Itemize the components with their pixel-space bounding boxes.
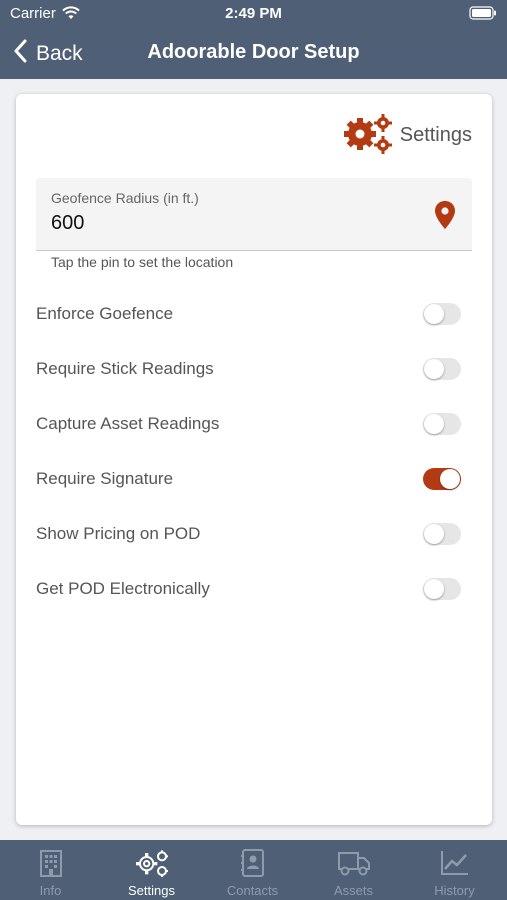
toggle-knob [424,304,444,324]
enforce-geofence-toggle[interactable] [423,303,461,325]
contact-book-icon [202,849,303,879]
status-bar: Carrier 2:49 PM [0,0,507,28]
capture-asset-readings-toggle[interactable] [423,413,461,435]
settings-header: Settings [342,112,472,159]
tab-label: Settings [128,883,175,898]
toggle-knob [424,524,444,544]
truck-icon [303,849,404,879]
battery-icon [469,6,497,25]
get-pod-electronically-toggle[interactable] [423,578,461,600]
status-time: 2:49 PM [225,5,282,22]
geofence-radius-label: Geofence Radius (in ft.) [51,190,199,206]
tab-info[interactable]: Info [0,840,101,900]
tab-assets[interactable]: Assets [303,840,404,900]
toggle-knob [440,469,460,489]
geofence-radius-field[interactable]: Geofence Radius (in ft.) 600 [36,178,472,251]
get-pod-electronically-row: Get POD Electronically [36,575,472,605]
show-pricing-on-pod-row: Show Pricing on POD [36,520,472,550]
show-pricing-on-pod-toggle[interactable] [423,523,461,545]
chart-icon [404,849,505,879]
toggle-knob [424,359,444,379]
tab-label: Info [39,883,62,898]
toggle-label: Enforce Goefence [36,304,174,323]
tab-contacts[interactable]: Contacts [202,840,303,900]
tab-history[interactable]: History [404,840,505,900]
toggle-label: Get POD Electronically [36,579,210,598]
enforce-geofence-row: Enforce Goefence [36,300,472,330]
toggle-label: Require Stick Readings [36,359,214,378]
tab-label: Contacts [226,883,279,898]
page-title: Adoorable Door Setup [147,41,360,63]
require-stick-readings-toggle[interactable] [423,358,461,380]
map-pin-icon[interactable] [434,200,456,235]
geofence-helper-text: Tap the pin to set the location [51,254,234,270]
gears-icon [342,112,394,159]
capture-asset-readings-row: Capture Asset Readings [36,410,472,440]
tab-settings[interactable]: Settings [101,840,202,900]
toggle-label: Capture Asset Readings [36,414,220,433]
settings-card: Settings Geofence Radius (in ft.) 600 Ta… [16,94,492,825]
tab-label: Assets [333,883,373,898]
tab-label: History [434,883,475,898]
require-stick-readings-row: Require Stick Readings [36,355,472,385]
toggle-knob [424,579,444,599]
toggle-label: Require Signature [36,469,174,488]
gears-icon [101,849,202,879]
toggle-knob [424,414,444,434]
require-signature-toggle[interactable] [423,468,461,490]
toggle-label: Show Pricing on POD [36,524,201,543]
settings-title: Settings [399,124,472,146]
require-signature-row: Require Signature [36,465,472,495]
nav-bar: Back Adoorable Door Setup [0,28,507,79]
building-icon [0,849,101,879]
geofence-radius-value[interactable]: 600 [51,212,84,235]
tab-bar: Info Settings Contacts Assets History [0,840,507,900]
